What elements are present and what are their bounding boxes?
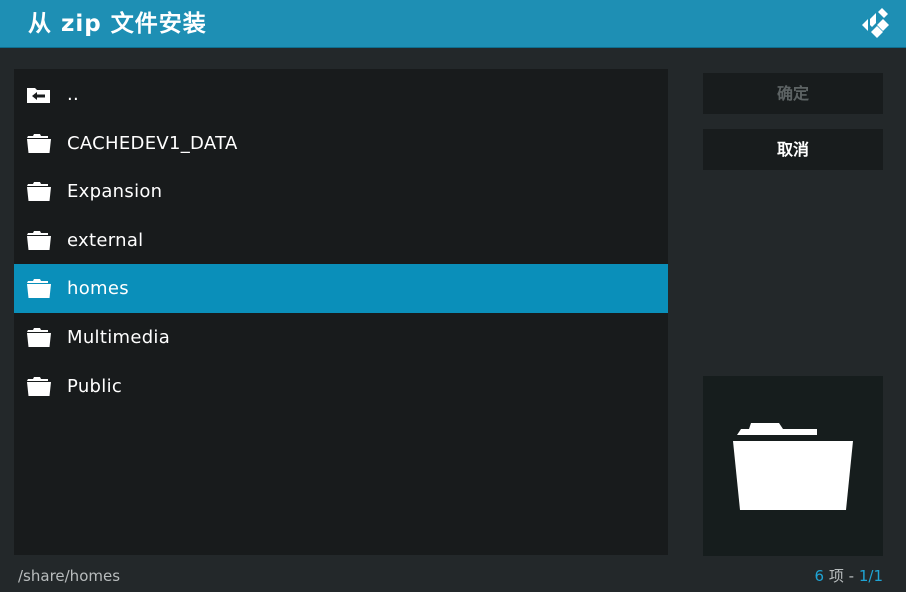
preview-thumbnail: [703, 376, 883, 556]
list-item-expansion[interactable]: Expansion: [14, 167, 668, 216]
list-item-public[interactable]: Public: [14, 362, 668, 411]
list-item-label: external: [67, 230, 144, 251]
folder-icon: [27, 182, 51, 201]
list-item-label: ..: [67, 84, 80, 105]
list-item-label: Multimedia: [67, 327, 171, 348]
file-list: .. CACHEDEV1_DATA Expansion external hom…: [14, 69, 668, 555]
list-item-parent[interactable]: ..: [14, 70, 668, 119]
folder-icon: [27, 134, 51, 153]
list-item-label: Public: [67, 376, 123, 397]
list-item-label: homes: [67, 278, 129, 299]
title-bar: 从 zip 文件安装: [0, 0, 906, 48]
item-count-separator: -: [848, 567, 855, 585]
folder-icon: [733, 423, 853, 510]
page-indicator: 1/1: [858, 567, 883, 585]
list-item-label: CACHEDEV1_DATA: [67, 133, 238, 154]
list-item-multimedia[interactable]: Multimedia: [14, 313, 668, 362]
item-count-unit: 项: [828, 567, 844, 585]
list-item-external[interactable]: external: [14, 216, 668, 265]
cancel-button[interactable]: 取消: [703, 129, 883, 170]
folder-icon: [27, 279, 51, 298]
current-path: /share/homes: [18, 567, 121, 585]
kodi-logo-icon: [862, 8, 889, 38]
folder-icon: [27, 328, 51, 347]
folder-icon: [27, 231, 51, 250]
ok-button[interactable]: 确定: [703, 73, 883, 114]
list-item-label: Expansion: [67, 181, 163, 202]
dialog-title: 从 zip 文件安装: [28, 11, 207, 37]
list-item-homes[interactable]: homes: [14, 264, 668, 313]
item-count: 6 项 - 1/1: [815, 566, 883, 586]
back-folder-icon: [27, 88, 50, 103]
list-item-cachedev1-data[interactable]: CACHEDEV1_DATA: [14, 119, 668, 168]
folder-icon: [27, 377, 51, 396]
item-count-number: 6: [814, 567, 825, 585]
